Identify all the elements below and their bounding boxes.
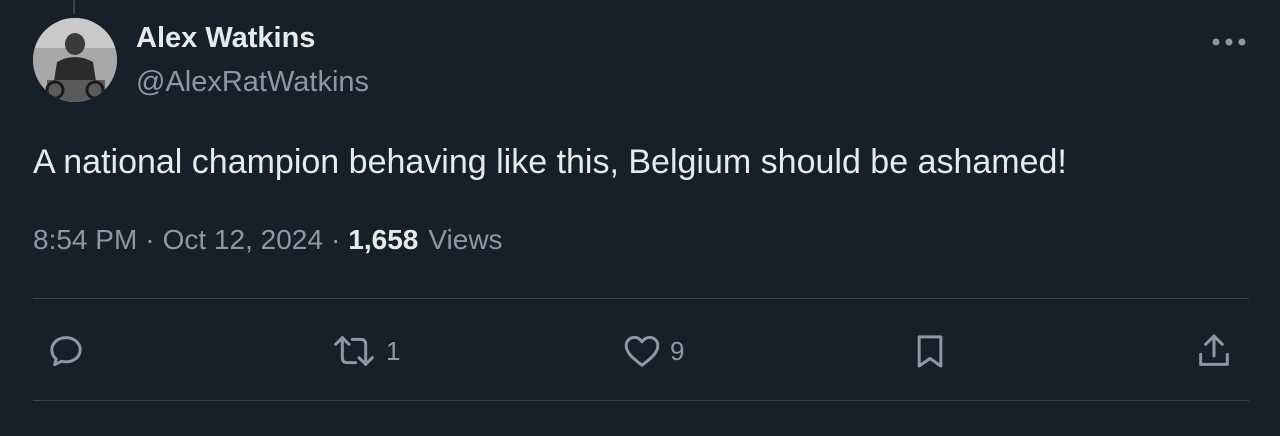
retweet-count: 1 [386, 335, 401, 366]
bookmark-button[interactable] [908, 330, 952, 372]
more-dots-icon [1212, 38, 1246, 46]
meta-separator: · [330, 224, 341, 255]
retweet-button[interactable]: 1 [328, 330, 400, 372]
share-button[interactable] [1192, 330, 1236, 372]
divider [33, 400, 1249, 401]
tweet-time[interactable]: 8:54 PM [33, 224, 137, 256]
like-count: 9 [670, 335, 685, 366]
views-count: 1,658 [348, 224, 419, 255]
tweet-meta: 8:54 PM · Oct 12, 2024 · 1,658 Views [33, 224, 503, 256]
author-display-name[interactable]: Alex Watkins [136, 22, 315, 55]
thread-connector-line [73, 0, 75, 14]
tweet-date[interactable]: Oct 12, 2024 [163, 224, 323, 256]
share-icon [1199, 334, 1229, 366]
like-button[interactable]: 9 [620, 330, 684, 372]
more-options-button[interactable] [1205, 24, 1253, 60]
reply-icon [50, 336, 82, 367]
heart-icon [624, 335, 660, 367]
reply-button[interactable] [44, 330, 88, 372]
tweet-text: A national champion behaving like this, … [33, 143, 1067, 181]
author-handle[interactable]: @AlexRatWatkins [136, 66, 369, 99]
views-label: Views [428, 224, 503, 255]
avatar-photo [33, 18, 117, 102]
divider [33, 298, 1249, 299]
bookmark-icon [917, 335, 943, 368]
meta-separator: · [145, 224, 155, 255]
retweet-icon [334, 336, 374, 366]
avatar[interactable] [33, 18, 117, 102]
